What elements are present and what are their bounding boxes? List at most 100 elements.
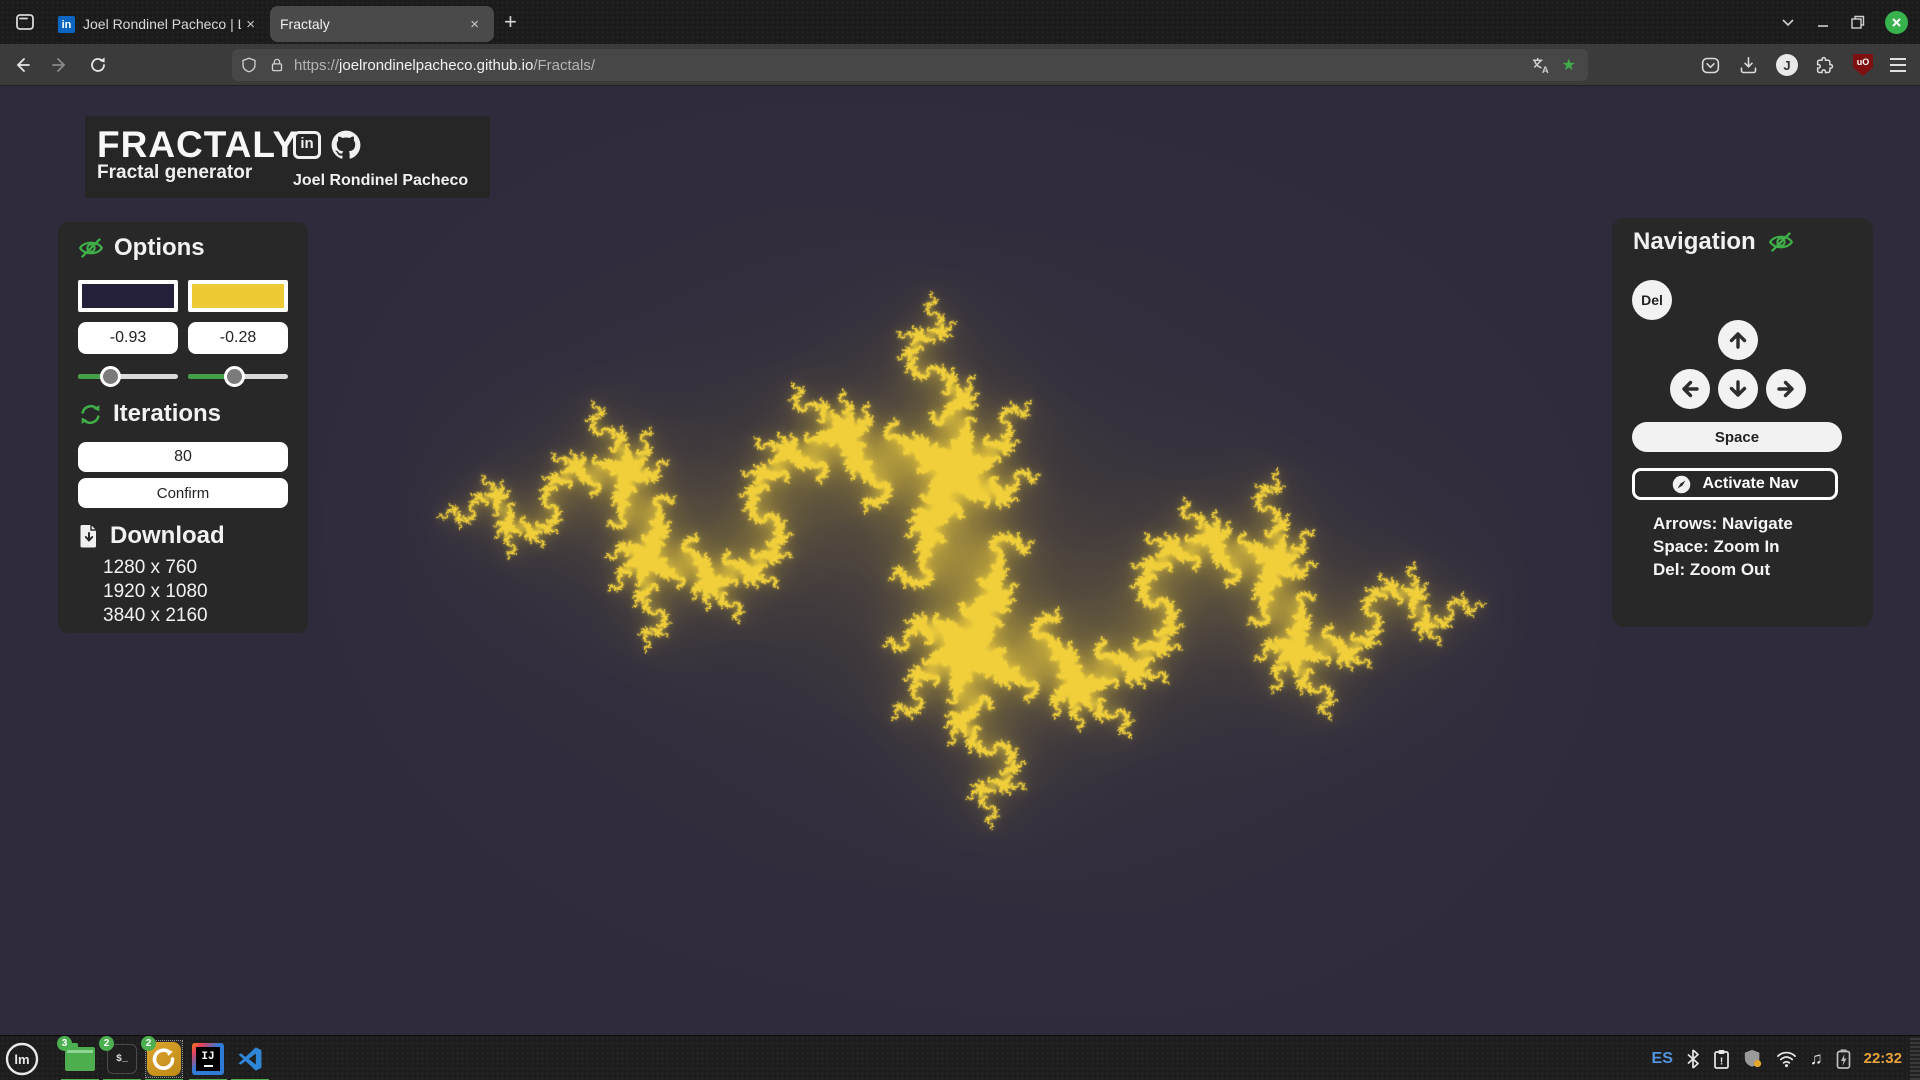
c-real-slider[interactable] [78, 366, 178, 386]
close-button[interactable] [1885, 11, 1908, 34]
tab-close-icon[interactable]: × [241, 14, 260, 35]
shield-permissions-icon[interactable] [240, 56, 258, 74]
account-profile-icon[interactable]: J [1776, 54, 1798, 76]
lock-icon[interactable] [268, 56, 286, 74]
activate-nav-label: Activate Nav [1702, 475, 1798, 493]
mint-logo-icon: lm [4, 1041, 40, 1077]
brand: FRACTALY Fractal generator [97, 124, 298, 184]
download-3840[interactable]: 3840 x 2160 [103, 604, 208, 628]
url-scheme: https:// [294, 57, 339, 74]
site-title: FRACTALY [97, 124, 298, 166]
system-tray: ES ! ♫ 22:32 [1652, 1036, 1902, 1080]
tab-title: Fractaly [280, 16, 465, 32]
firewall-shield-icon[interactable] [1743, 1049, 1763, 1069]
url-bar[interactable]: https://joelrondinelpacheco.github.io/Fr… [232, 49, 1588, 81]
screen: in Joel Rondinel Pacheco | Lin × Fractal… [0, 0, 1920, 1080]
slider-thumb[interactable] [100, 366, 121, 387]
arrow-up-icon [1726, 328, 1750, 352]
tab-bar: in Joel Rondinel Pacheco | Lin × Fractal… [0, 0, 1920, 44]
media-player-icon[interactable]: ♫ [1810, 1049, 1823, 1069]
clock[interactable]: 22:32 [1864, 1050, 1902, 1067]
taskbar-terminal-button[interactable]: $_ 2 [104, 1041, 140, 1077]
slider-thumb[interactable] [224, 366, 245, 387]
wifi-icon[interactable] [1776, 1050, 1797, 1068]
firefox-view-glyph [15, 12, 35, 32]
tab-title: Joel Rondinel Pacheco | Lin [83, 16, 241, 32]
taskbar-browser-button[interactable]: 2 [146, 1041, 182, 1077]
mint-menu-button[interactable]: lm [4, 1041, 40, 1077]
extensions-puzzle-icon[interactable] [1815, 55, 1836, 76]
url-text[interactable]: https://joelrondinelpacheco.github.io/Fr… [294, 57, 1531, 74]
c-imag-slider[interactable] [188, 366, 288, 386]
nav-up-button[interactable] [1718, 320, 1758, 360]
close-icon [1891, 17, 1902, 28]
site-header: FRACTALY Fractal generator in Joel Rondi… [85, 116, 490, 198]
translate-icon[interactable]: A [1531, 56, 1550, 75]
confirm-button[interactable]: Confirm [78, 478, 288, 508]
file-manager-icon [65, 1047, 95, 1071]
minimize-button[interactable] [1816, 15, 1830, 29]
navigation-header: Navigation [1633, 228, 1794, 256]
taskbar-intellij-button[interactable]: IJ [190, 1041, 226, 1077]
help-arrows: Arrows: Navigate [1653, 512, 1793, 535]
tab-close-icon[interactable]: × [465, 14, 484, 35]
new-tab-button[interactable]: + [504, 9, 517, 35]
color-swatch-dark[interactable] [78, 280, 178, 312]
browser-toolbar: https://joelrondinelpacheco.github.io/Fr… [0, 44, 1920, 86]
c-imag-input[interactable] [188, 322, 288, 354]
eye-slash-icon[interactable] [1768, 229, 1794, 255]
c-real-input[interactable] [78, 322, 178, 354]
window-count-badge: 2 [141, 1036, 156, 1051]
bookmark-star-icon[interactable]: ★ [1562, 55, 1576, 75]
linkedin-icon[interactable]: in [293, 131, 321, 159]
forward-button[interactable] [44, 49, 76, 81]
show-desktop-handle[interactable] [1910, 1036, 1920, 1080]
download-1920[interactable]: 1920 x 1080 [103, 580, 208, 604]
svg-text:A: A [1542, 65, 1549, 75]
zoom-out-del-button[interactable]: Del [1632, 280, 1672, 320]
nav-down-button[interactable] [1718, 369, 1758, 409]
color-swatch-yellow[interactable] [188, 280, 288, 312]
intellij-icon: IJ [192, 1043, 224, 1075]
file-download-icon [78, 524, 100, 548]
battery-charging-icon[interactable] [1836, 1049, 1851, 1069]
downloads-icon[interactable] [1738, 55, 1759, 76]
nav-right-button[interactable] [1766, 369, 1806, 409]
reload-button[interactable] [82, 49, 114, 81]
tab-linkedin[interactable]: in Joel Rondinel Pacheco | Lin × [48, 6, 270, 42]
ublock-origin-icon[interactable]: uO [1853, 54, 1873, 76]
download-title: Download [110, 522, 225, 550]
taskbar: lm 3 $_ 2 2 IJ [0, 1035, 1920, 1080]
arrow-down-icon [1726, 377, 1750, 401]
tab-list-chevron-icon[interactable] [1780, 14, 1796, 30]
download-1280[interactable]: 1280 x 760 [103, 556, 208, 580]
pocket-icon[interactable] [1700, 55, 1721, 76]
back-button[interactable] [6, 49, 38, 81]
nav-left-button[interactable] [1670, 369, 1710, 409]
url-path: /Fractals/ [533, 57, 595, 74]
taskbar-vscode-button[interactable] [232, 1041, 268, 1077]
options-panel: Options Iterations [58, 222, 308, 633]
firefox-view-icon[interactable] [10, 8, 40, 36]
navigation-title: Navigation [1633, 228, 1756, 256]
zoom-in-space-button[interactable]: Space [1632, 422, 1842, 452]
restore-button[interactable] [1850, 15, 1865, 30]
taskbar-files-button[interactable]: 3 [62, 1041, 98, 1077]
clipboard-alert-icon[interactable]: ! [1713, 1049, 1730, 1069]
keyboard-layout-indicator[interactable]: ES [1652, 1050, 1673, 1068]
navigation-help: Arrows: Navigate Space: Zoom In Del: Zoo… [1653, 512, 1793, 581]
navigation-panel: Navigation Del [1612, 218, 1873, 627]
window-count-badge: 3 [57, 1036, 72, 1051]
menu-hamburger-icon[interactable] [1890, 58, 1906, 72]
bluetooth-icon[interactable] [1686, 1049, 1700, 1069]
iterations-header: Iterations [78, 400, 221, 428]
eye-slash-icon[interactable] [78, 235, 104, 261]
activate-nav-button[interactable]: Activate Nav [1632, 468, 1838, 500]
svg-text:lm: lm [14, 1052, 29, 1067]
tab-fractaly[interactable]: Fractaly × [270, 6, 494, 42]
author-name: Joel Rondinel Pacheco [293, 172, 468, 190]
github-icon[interactable] [331, 130, 361, 160]
svg-text:!: ! [1720, 1056, 1723, 1067]
help-del: Del: Zoom Out [1653, 558, 1793, 581]
iterations-input[interactable] [78, 442, 288, 472]
